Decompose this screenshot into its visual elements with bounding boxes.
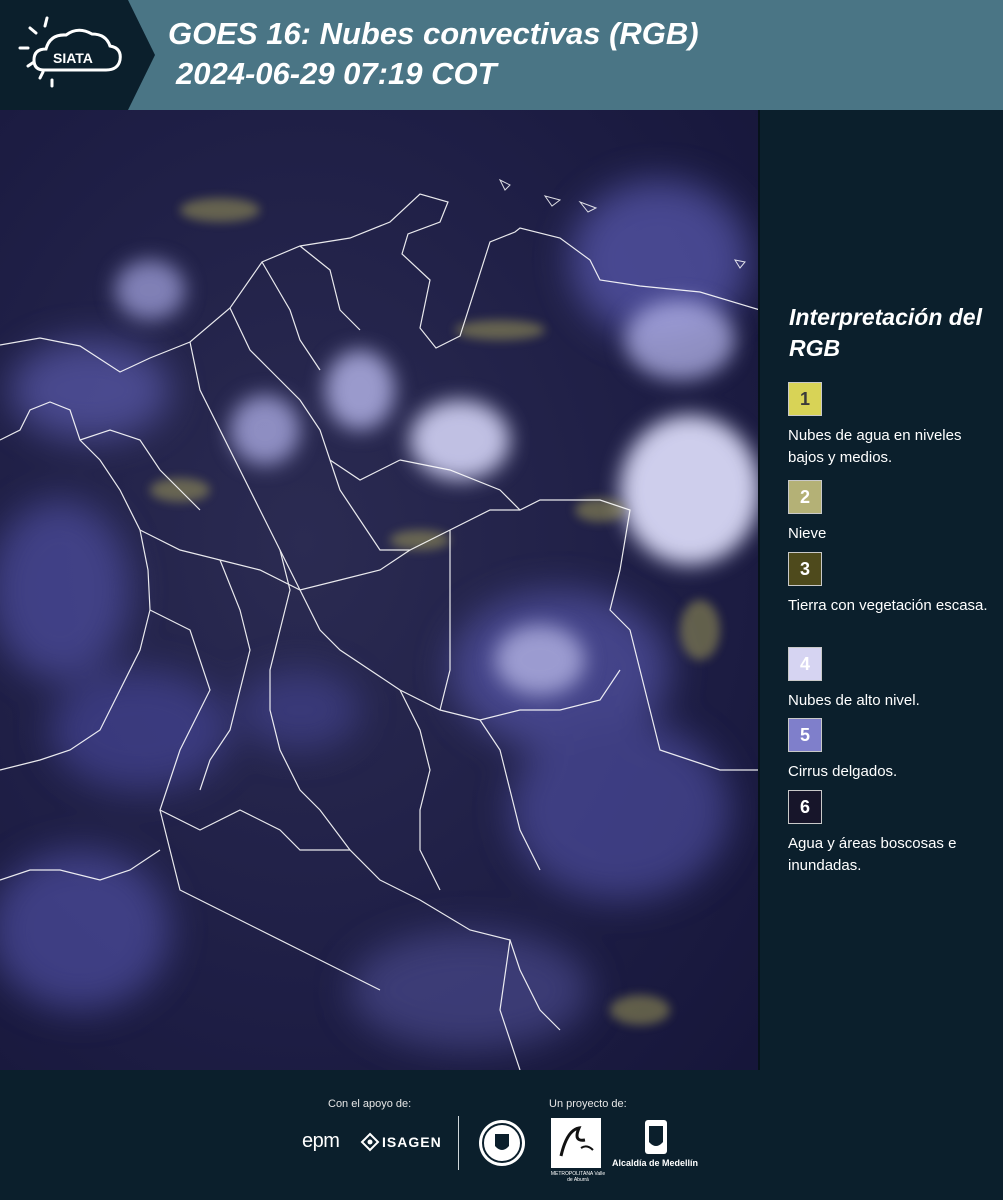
legend-item-3: 3 Tierra con vegetación escasa. <box>788 552 998 617</box>
area-metropolitana-label: METROPOLITANA Valle de Aburrá <box>550 1171 606 1183</box>
satellite-rgb-map-icon <box>0 110 758 1070</box>
header: SIATA GOES 16: Nubes convectivas (RGB) 2… <box>0 0 1003 110</box>
legend-label-1: Nubes de agua en niveles bajos y medios. <box>788 427 962 466</box>
legend-swatch-2: 2 <box>788 480 822 514</box>
legend-swatch-4: 4 <box>788 647 822 681</box>
epm-logo[interactable]: epm <box>302 1130 340 1153</box>
footer: Con el apoyo de: Un proyecto de: epm ISA… <box>0 1070 1003 1200</box>
alcaldia-logo[interactable]: Alcaldía de Medellín <box>612 1158 698 1168</box>
project-label: Un proyecto de: <box>549 1098 627 1110</box>
legend-title: Interpretación del RGB <box>789 304 982 361</box>
legend-label-3: Tierra con vegetación escasa. <box>788 597 988 614</box>
legend-panel: Interpretación del RGB 1 Nubes de agua e… <box>762 110 1003 1070</box>
footer-divider <box>458 1116 459 1170</box>
legend-item-5: 5 Cirrus delgados. <box>788 718 998 783</box>
legend-item-4: 4 Nubes de alto nivel. <box>788 647 998 712</box>
isagen-logo[interactable]: ISAGEN <box>382 1134 442 1150</box>
legend-label-4: Nubes de alto nivel. <box>788 692 920 709</box>
legend-item-6: 6 Agua y áreas boscosas e inundadas. <box>788 790 998 877</box>
medellin-seal-icon[interactable] <box>477 1118 527 1168</box>
area-metropolitana-icon <box>559 1126 594 1157</box>
legend-item-1: 1 Nubes de agua en niveles bajos y medio… <box>788 382 998 469</box>
legend-swatch-6: 6 <box>788 790 822 824</box>
isagen-mark-icon <box>360 1132 380 1152</box>
legend-label-2: Nieve <box>788 525 827 542</box>
siata-logo[interactable]: SIATA <box>0 0 155 110</box>
satellite-map[interactable] <box>0 110 760 1070</box>
svg-text:SIATA: SIATA <box>53 50 93 66</box>
legend-label-5: Cirrus delgados. <box>788 763 898 780</box>
area-metropolitana-logo[interactable] <box>551 1118 601 1168</box>
legend-item-2: 2 Nieve <box>788 480 998 545</box>
legend-label-6: Agua y áreas boscosas e inundadas. <box>788 835 957 874</box>
legend-swatch-3: 3 <box>788 552 822 586</box>
legend-swatch-5: 5 <box>788 718 822 752</box>
timestamp: 2024-06-29 07:19 COT <box>176 56 497 91</box>
legend-swatch-1: 1 <box>788 382 822 416</box>
alcaldia-crest-icon[interactable] <box>643 1118 669 1156</box>
page-title: GOES 16: Nubes convectivas (RGB) <box>168 16 699 51</box>
siata-logo-icon: SIATA <box>0 0 155 110</box>
support-label: Con el apoyo de: <box>328 1098 412 1110</box>
